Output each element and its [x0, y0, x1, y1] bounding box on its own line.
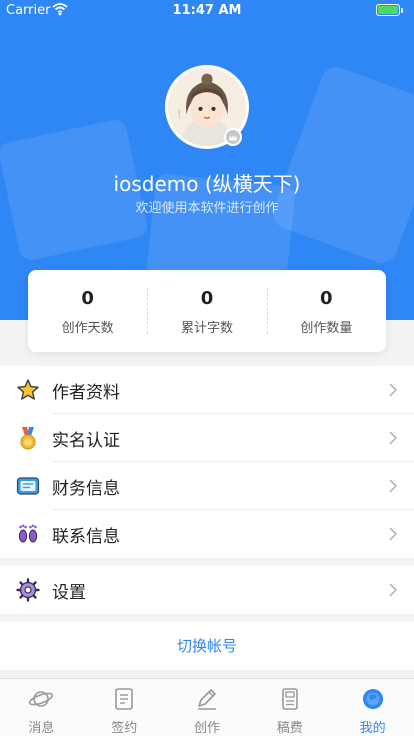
chevron-right-icon — [389, 583, 398, 597]
menu-item-finance[interactable]: 财务信息 — [0, 462, 414, 510]
globe-icon — [360, 687, 386, 711]
stat-label: 创作天数 — [61, 321, 114, 336]
stat-creation-days: 0 创作天数 — [28, 270, 147, 352]
stat-label: 创作数量 — [300, 321, 353, 336]
crown-icon — [224, 128, 242, 146]
menu-item-author-profile[interactable]: 作者资料 — [0, 366, 414, 414]
chevron-right-icon — [389, 383, 398, 397]
menu-item-label: 作者资料 — [52, 382, 120, 403]
menu-item-label: 设置 — [52, 582, 86, 603]
chevron-right-icon — [389, 431, 398, 445]
menu-item-label: 实名认证 — [52, 430, 120, 451]
tab-label: 签约 — [111, 721, 138, 736]
tab-messages[interactable]: 消息 — [0, 679, 83, 736]
footprints-icon — [16, 522, 40, 546]
stat-value: 0 — [320, 288, 333, 309]
tab-label: 消息 — [28, 721, 55, 736]
pencil-icon — [194, 687, 220, 711]
stat-work-count: 0 创作数量 — [266, 270, 386, 352]
menu-item-settings[interactable]: 设置 — [0, 566, 414, 614]
planet-icon — [28, 687, 54, 711]
username: iosdemo (纵横天下) — [113, 172, 301, 196]
svg-text:!: ! — [177, 110, 181, 121]
star-icon — [16, 378, 40, 402]
contract-icon — [111, 687, 137, 711]
manuscript-icon — [277, 687, 303, 711]
stat-value: 0 — [81, 288, 94, 309]
tab-label: 稿费 — [276, 721, 303, 736]
card-icon — [16, 474, 40, 498]
tab-bar: 消息 签约 创作 稿费 我的 — [0, 678, 414, 736]
menu-item-label: 财务信息 — [52, 478, 120, 499]
tab-label: 我的 — [359, 721, 386, 736]
tab-mine[interactable]: 我的 — [331, 679, 414, 736]
menu-item-contact[interactable]: 联系信息 — [0, 510, 414, 558]
gear-icon — [16, 578, 40, 602]
chevron-right-icon — [389, 527, 398, 541]
stats-card: 0 创作天数 0 累计字数 0 创作数量 — [28, 270, 386, 352]
tab-create[interactable]: 创作 — [166, 679, 249, 736]
switch-account-button[interactable]: 切换帐号 — [0, 622, 414, 670]
tagline: 欢迎使用本软件进行创作 — [135, 201, 279, 216]
stat-label: 累计字数 — [180, 321, 233, 336]
tab-label: 创作 — [193, 721, 220, 736]
tab-royalties[interactable]: 稿费 — [248, 679, 331, 736]
status-bar: Carrier 11:47 AM — [0, 0, 414, 22]
clock: 11:47 AM — [172, 3, 242, 18]
profile-menu: 作者资料 实名认证 财务信息 联系信息 — [0, 366, 414, 558]
tab-contract[interactable]: 签约 — [83, 679, 166, 736]
medal-icon — [16, 426, 40, 450]
chevron-right-icon — [389, 479, 398, 493]
stat-total-words: 0 累计字数 — [147, 270, 266, 352]
menu-item-real-name[interactable]: 实名认证 — [0, 414, 414, 462]
menu-item-label: 联系信息 — [52, 526, 120, 547]
stat-value: 0 — [200, 288, 214, 309]
battery-icon — [376, 4, 403, 16]
